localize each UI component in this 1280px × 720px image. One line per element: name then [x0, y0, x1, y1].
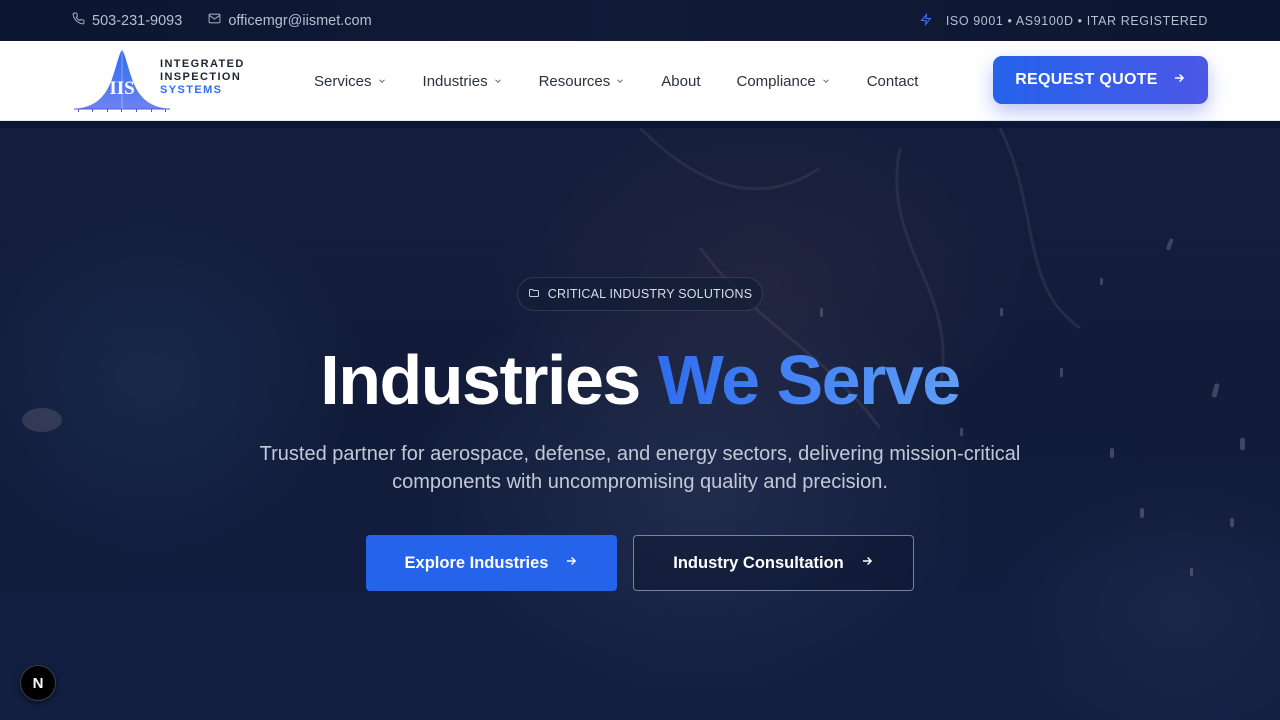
top-bar: 503-231-9093 officemgr@iismet.com ISO 90…	[0, 0, 1280, 41]
explore-industries-label: Explore Industries	[404, 553, 549, 572]
nav-compliance-label: Compliance	[736, 72, 816, 90]
certifications: ISO 9001 • AS9100D • ITAR REGISTERED	[920, 12, 1208, 29]
nav-industries[interactable]: Industries	[423, 73, 503, 90]
hero-section: CRITICAL INDUSTRY SOLUTIONS Industries W…	[0, 128, 1280, 720]
contact-info: 503-231-9093 officemgr@iismet.com	[72, 12, 372, 29]
email-link[interactable]: officemgr@iismet.com	[208, 12, 372, 29]
hero-badge: CRITICAL INDUSTRY SOLUTIONS	[517, 277, 763, 311]
chevron-down-icon	[493, 73, 503, 90]
chevron-down-icon	[615, 73, 625, 90]
bolt-icon	[920, 12, 932, 29]
mail-icon	[208, 12, 221, 29]
nav-resources[interactable]: Resources	[539, 73, 626, 90]
nav-resources-label: Resources	[538, 72, 611, 90]
nav-compliance[interactable]: Compliance	[736, 73, 830, 90]
logo-line-1: INTEGRATED	[160, 58, 245, 70]
nav-about-label: About	[661, 72, 701, 90]
phone-link[interactable]: 503-231-9093	[72, 12, 182, 29]
hero-subtitle: Trusted partner for aerospace, defense, …	[259, 443, 1021, 493]
phone-icon	[72, 12, 85, 29]
arrow-right-icon	[1172, 71, 1186, 90]
arrow-right-icon	[860, 554, 874, 573]
main-header: IIS INTEGRATED INSPECTION SYSTEMS Servic…	[0, 41, 1280, 121]
logo-line-2: INSPECTION	[160, 71, 242, 83]
email-address: officemgr@iismet.com	[228, 12, 372, 29]
request-quote-label: REQUEST QUOTE	[1015, 71, 1158, 88]
chevron-down-icon	[821, 73, 831, 90]
nav-industries-label: Industries	[422, 72, 488, 90]
nav-contact-label: Contact	[866, 72, 919, 90]
hero-overlay	[0, 128, 1280, 720]
explore-industries-button[interactable]: Explore Industries	[366, 535, 617, 591]
logo-line-3: SYSTEMS	[160, 84, 223, 96]
logo-mark-text: IIS	[109, 78, 134, 99]
bell-curve-logo-icon: IIS	[74, 50, 170, 112]
certifications-text: ISO 9001 • AS9100D • ITAR REGISTERED	[945, 13, 1208, 28]
industry-consultation-button[interactable]: Industry Consultation	[633, 535, 914, 591]
nav-services[interactable]: Services	[314, 73, 387, 90]
nav-services-label: Services	[314, 72, 372, 90]
hero-badge-label: CRITICAL INDUSTRY SOLUTIONS	[547, 287, 753, 301]
hero-title-part2: We Serve	[657, 341, 961, 419]
primary-nav: Services Industries Resources About Comp…	[314, 41, 954, 121]
nav-contact[interactable]: Contact	[867, 73, 919, 90]
logo-wordmark: INTEGRATED INSPECTION SYSTEMS	[160, 58, 245, 97]
chevron-down-icon	[377, 73, 387, 90]
company-logo[interactable]: IIS INTEGRATED INSPECTION SYSTEMS	[72, 49, 252, 113]
hero-title: Industries We Serve	[0, 340, 1280, 420]
dev-tools-badge-label: N	[32, 674, 44, 692]
dev-tools-badge[interactable]: N	[20, 665, 56, 701]
arrow-right-icon	[564, 554, 578, 573]
request-quote-button[interactable]: REQUEST QUOTE	[993, 56, 1208, 104]
hero-title-part1: Industries	[320, 341, 641, 419]
phone-number: 503-231-9093	[92, 12, 183, 29]
industry-consultation-label: Industry Consultation	[673, 553, 844, 572]
nav-about[interactable]: About	[661, 73, 700, 90]
folder-icon	[528, 287, 540, 302]
